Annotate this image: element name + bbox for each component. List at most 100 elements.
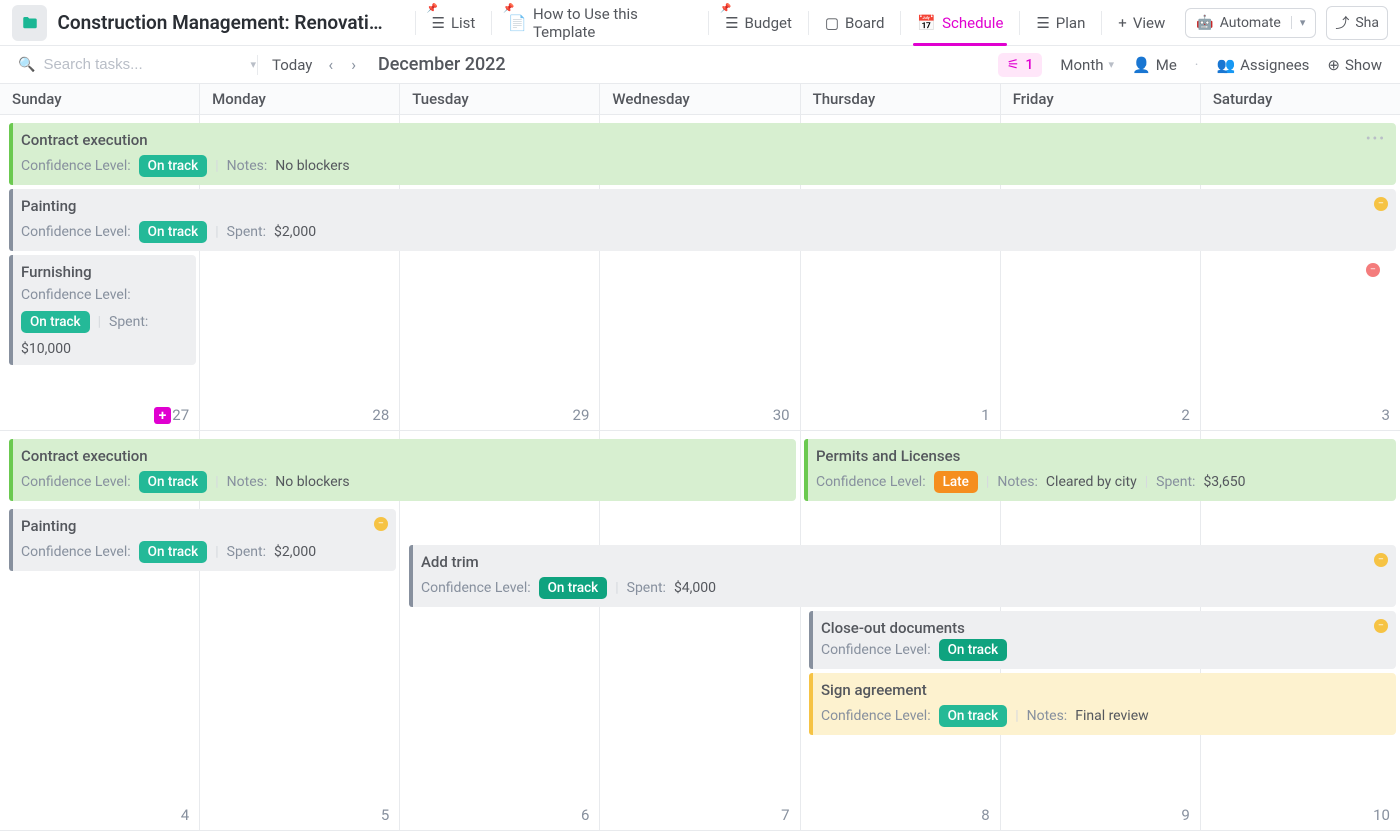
separator-dot: · [1195,57,1199,73]
meta-separator: | [615,580,618,596]
week-events: Contract execution Confidence Level: On … [0,431,1400,830]
folder-icon[interactable] [12,5,47,41]
spent-label: Spent: [227,224,266,240]
meta-separator: | [215,474,218,490]
tab-label: Plan [1056,14,1086,32]
top-right-actions: 🤖 Automate ▾ ⤴ Sha [1185,6,1388,40]
tab-separator [1101,11,1102,35]
day-header: Wednesday [600,84,800,114]
notes-label: Notes: [227,474,268,490]
prev-button[interactable]: ‹ [326,55,335,74]
automate-button[interactable]: 🤖 Automate ▾ [1185,8,1316,38]
people-icon: 👥 [1216,56,1235,74]
me-label: Me [1156,56,1177,74]
day-header: Saturday [1201,84,1400,114]
spent-label: Spent: [227,544,266,560]
meta-separator: | [986,474,989,490]
calendar-body: 27+ 28 29 30 1 2 3 ••• Contract executio… [0,115,1400,831]
confidence-label: Confidence Level: [21,158,131,174]
tab-label: How to Use this Template [533,5,692,41]
chevron-down-icon[interactable]: ▾ [1291,16,1306,29]
event-title: Close-out documents [821,619,1386,637]
next-button[interactable]: › [349,55,358,74]
tab-add-view[interactable]: + View [1106,0,1177,45]
meta-separator: | [98,314,101,330]
sub-toolbar: 🔍 ▾ Today ‹ › December 2022 ⚟ 1 Month ▾ … [0,46,1400,84]
notes-value: Cleared by city [1046,474,1137,490]
status-badge: On track [21,311,90,333]
event-title: Contract execution [21,131,1386,149]
chevron-down-icon: ▾ [1109,58,1115,71]
event-meta: Confidence Level: On track | Spent: $2,0… [21,221,1386,243]
pin-icon: 📌 [503,4,514,14]
tab-separator [491,11,492,35]
event-closeout-documents[interactable]: – Close-out documents Confidence Level: … [809,611,1396,669]
confidence-label: Confidence Level: [821,642,931,658]
filter-count: 1 [1025,57,1033,73]
spent-label: Spent: [1156,474,1195,490]
plus-icon: + [1118,14,1127,32]
confidence-label: Confidence Level: [821,708,931,724]
event-meta: Confidence Level: On track | Notes: Fina… [821,705,1386,727]
notes-label: Notes: [997,474,1038,490]
spent-value: $10,000 [21,341,71,357]
search-input[interactable] [43,56,242,73]
show-button[interactable]: ⊕ Show [1327,56,1382,74]
page-title[interactable]: Construction Management: Renovatio... [57,11,390,34]
event-title: Painting [21,517,386,535]
filter-icon: ⚟ [1007,57,1020,73]
spent-value: $3,650 [1203,474,1245,490]
event-title: Furnishing [21,263,186,281]
meta-separator: | [215,158,218,174]
event-title: Add trim [421,553,1386,571]
filter-button[interactable]: ⚟ 1 [998,53,1043,77]
event-painting[interactable]: – Painting Confidence Level: On track | … [9,189,1396,251]
month-selector[interactable]: Month ▾ [1060,56,1114,74]
day-header: Sunday [0,84,200,114]
event-title: Sign agreement [821,681,1386,699]
more-icon[interactable]: ••• [1366,131,1386,147]
status-dot-icon: – [1374,553,1388,567]
share-button[interactable]: ⤴ Sha [1326,6,1388,40]
event-contract-execution[interactable]: Contract execution Confidence Level: On … [9,439,796,501]
search-wrap: 🔍 ▾ [18,56,243,73]
me-filter[interactable]: 👤 Me [1132,56,1177,74]
tab-howto[interactable]: 📌 📄 How to Use this Template [496,0,704,45]
tab-separator [900,11,901,35]
tab-list[interactable]: 📌 ☰ List [419,0,487,45]
settings-icon: ⊕ [1327,56,1340,74]
event-add-trim[interactable]: – Add trim Confidence Level: On track | … [409,545,1396,607]
event-furnishing[interactable]: – Furnishing Confidence Level: On track … [9,255,196,365]
status-dot-icon: – [1366,263,1380,277]
event-sign-agreement[interactable]: Sign agreement Confidence Level: On trac… [809,673,1396,735]
assignees-filter[interactable]: 👥 Assignees [1216,56,1309,74]
day-header: Monday [200,84,400,114]
event-permits-licenses[interactable]: Permits and Licenses Confidence Level: L… [804,439,1396,501]
spent-value: $2,000 [274,224,316,240]
list-icon: ☰ [431,14,444,32]
tab-separator [1019,11,1020,35]
event-meta: Confidence Level: On track | Spent: $2,0… [21,541,386,563]
notes-label: Notes: [1027,708,1068,724]
day-header: Friday [1001,84,1201,114]
notes-label: Notes: [227,158,268,174]
event-contract-execution[interactable]: ••• Contract execution Confidence Level:… [9,123,1396,185]
spent-label: Spent: [627,580,666,596]
today-button[interactable]: Today [272,56,312,74]
calendar-week-row: 27+ 28 29 30 1 2 3 ••• Contract executio… [0,115,1400,431]
status-dot-icon: – [1374,197,1388,211]
meta-separator: | [1015,708,1018,724]
tab-budget[interactable]: 📌 ☰ Budget [713,0,804,45]
meta-separator: | [1145,474,1148,490]
event-meta: Confidence Level: On track | Notes: No b… [21,471,786,493]
notes-value: Final review [1075,708,1148,724]
tab-schedule[interactable]: 📅 Schedule [905,0,1015,45]
tab-plan[interactable]: ☰ Plan [1024,0,1097,45]
tab-board[interactable]: ▢ Board [813,0,897,45]
event-meta: Confidence Level: On track | Notes: No b… [21,155,1386,177]
day-header: Thursday [801,84,1001,114]
chevron-down-icon[interactable]: ▾ [250,58,256,71]
day-header: Tuesday [400,84,600,114]
event-painting[interactable]: – Painting Confidence Level: On track | … [9,509,396,571]
status-badge: On track [939,639,1008,661]
